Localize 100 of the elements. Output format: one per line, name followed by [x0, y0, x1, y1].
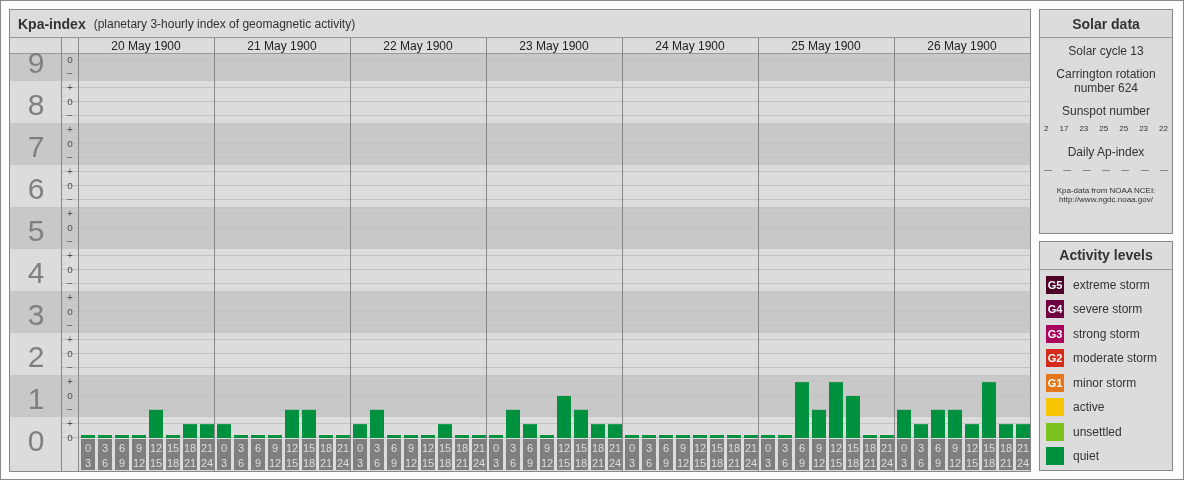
kp-bar: [149, 409, 163, 438]
kp-bar: [846, 396, 860, 438]
level-label: quiet: [1073, 449, 1100, 463]
hour-range-label: 21 24: [472, 439, 486, 470]
hour-range-label: 6 9: [659, 439, 673, 470]
hour-range-label: 9 12: [540, 439, 554, 470]
hour-range-label: 0 3: [217, 439, 231, 470]
date-label: 24 May 1900: [655, 39, 725, 53]
kp-bar: [251, 435, 265, 438]
hour-range-label: 9 12: [268, 439, 282, 470]
kp-bar: [676, 435, 690, 438]
kp-minor-tick-label: o: [67, 138, 73, 149]
kp-axis-label: 2: [27, 340, 45, 373]
kp-bar: [438, 424, 452, 438]
kp-axis-label: 9: [27, 46, 45, 79]
level-label: severe storm: [1073, 302, 1143, 316]
carrington-rotation-text: Carrington rotation number 624: [1056, 67, 1156, 95]
kp-bar: [200, 424, 214, 438]
kp-minor-tick-label: o: [67, 96, 73, 107]
kp-bar: [999, 424, 1013, 438]
level-badge: G3: [1046, 324, 1064, 343]
hour-range-label: 18 21: [727, 439, 741, 470]
kp-axis-label: 8: [27, 88, 45, 121]
kp-minor-tick-label: o: [67, 180, 73, 191]
kp-minor-tick-label: +: [67, 208, 73, 219]
kp-bar: [234, 435, 248, 438]
kp-bar: [897, 409, 911, 438]
kp-minor-tick-label: −: [67, 278, 73, 289]
kp-minor-tick-label: o: [67, 432, 73, 443]
hour-range-label: 6 9: [251, 439, 265, 470]
kp-minor-tick-label: o: [67, 390, 73, 401]
hour-range-label: 0 3: [489, 439, 503, 470]
kp-bar: [608, 424, 622, 438]
kp-bar: [1016, 424, 1030, 438]
kp-bar: [183, 424, 197, 438]
hour-range-label: 9 12: [676, 439, 690, 470]
kp-axis-label: 3: [27, 298, 45, 331]
kp-bar: [761, 435, 775, 438]
kp-bar: [489, 435, 503, 438]
kp-bar: [523, 424, 537, 438]
kp-bar: [540, 435, 554, 438]
ap-index-value: —: [1102, 165, 1110, 174]
kp-minor-tick-label: o: [67, 222, 73, 233]
hour-range-label: 6 9: [795, 439, 809, 470]
hour-range-label: 21 24: [200, 439, 214, 470]
kp-minor-tick-label: −: [67, 68, 73, 79]
hour-range-label: 21 24: [1016, 439, 1030, 470]
kp-bar: [506, 409, 520, 438]
panel-subtitle: (planetary 3-hourly index of geomagnetic activity): [93, 16, 356, 31]
date-label: 22 May 1900: [383, 39, 453, 53]
hour-range-label: 18 21: [999, 439, 1013, 470]
kp-bar: [625, 435, 639, 438]
hour-range-label: 3 6: [642, 439, 656, 470]
kp-bar: [217, 424, 231, 438]
hour-range-label: 12 15: [829, 439, 843, 470]
kp-bar: [948, 409, 962, 438]
level-label: active: [1073, 400, 1105, 414]
kp-minor-tick-label: +: [67, 334, 73, 345]
kp-axis-label: 6: [27, 172, 45, 205]
hour-range-label: 3 6: [914, 439, 928, 470]
kp-bar: [778, 435, 792, 438]
level-badge: G2: [1046, 349, 1064, 367]
level-badge: G1: [1046, 373, 1064, 392]
hour-range-label: 3 6: [234, 439, 248, 470]
hour-range-label: 6 9: [115, 439, 129, 470]
ap-index-value: —: [1140, 165, 1149, 174]
kp-bar: [319, 435, 333, 438]
hour-range-label: 9 12: [812, 439, 826, 470]
kp-bar: [710, 435, 724, 438]
date-label: 25 May 1900: [791, 39, 861, 53]
kp-bar: [387, 435, 401, 438]
kp-bar: [795, 382, 809, 438]
hour-range-label: 15 18: [438, 439, 452, 470]
panel-title: Kpa-index: [18, 15, 86, 32]
kp-bar: [302, 409, 316, 438]
level-badge: G4: [1046, 300, 1064, 318]
kp-minor-tick-label: −: [67, 404, 73, 415]
source-url: http://www.ngdc.noaa.gov/: [1059, 195, 1153, 204]
date-label: 23 May 1900: [519, 39, 589, 53]
ap-index-value: —: [1082, 165, 1091, 174]
kp-minor-tick-label: +: [67, 250, 73, 261]
hour-range-label: 21 24: [880, 439, 894, 470]
level-label: strong storm: [1073, 326, 1140, 341]
hour-range-label: 21 24: [336, 439, 350, 470]
hour-range-label: 6 9: [523, 439, 537, 470]
hour-range-label: 12 15: [285, 439, 299, 470]
source-text: Kpa-data from NOAA NCEI:: [1056, 186, 1156, 195]
sunspot-value: 23: [1139, 124, 1149, 133]
sunspot-heading: Sunspot number: [1061, 104, 1151, 118]
sunspot-value: 25: [1099, 124, 1109, 133]
kp-minor-tick-label: o: [67, 264, 73, 275]
level-label: unsettled: [1073, 424, 1122, 439]
kp-minor-tick-label: o: [67, 54, 73, 65]
kp-minor-tick-label: +: [67, 292, 73, 303]
hour-range-label: 21 24: [744, 439, 758, 470]
kp-minor-tick-label: +: [67, 82, 73, 93]
hour-range-label: 18 21: [183, 439, 197, 470]
kp-minor-tick-label: +: [67, 418, 73, 429]
kp-bar: [744, 435, 758, 438]
kp-axis-label: 5: [27, 214, 45, 247]
